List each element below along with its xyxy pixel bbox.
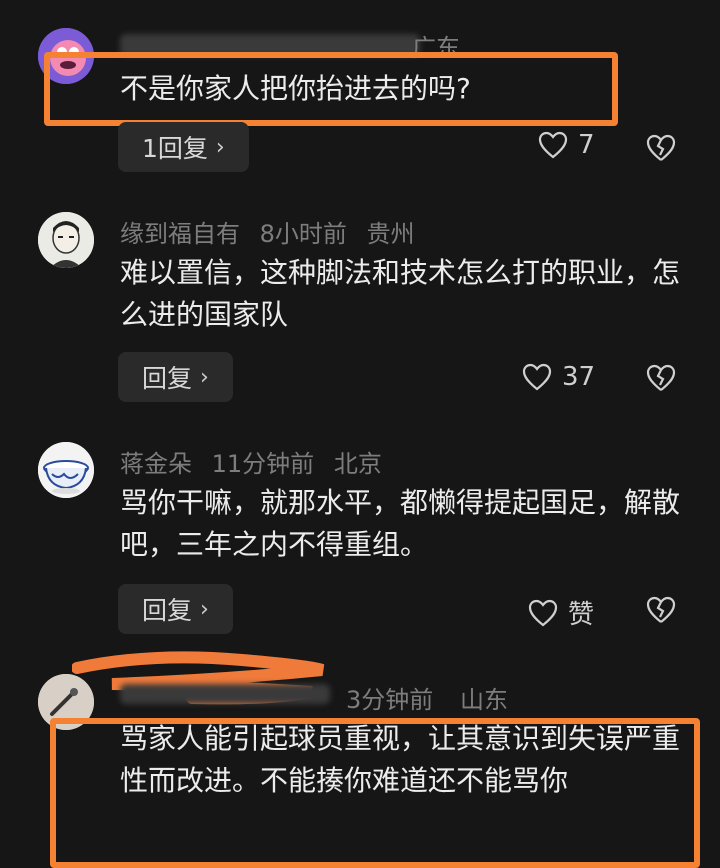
comment-location: 山东 xyxy=(460,686,508,714)
reply-label: 回复 xyxy=(142,596,193,625)
reply-label: 1回复 xyxy=(142,134,208,163)
avatar[interactable] xyxy=(38,212,94,268)
chevron-right-icon: › xyxy=(215,134,225,160)
broken-heart-icon xyxy=(646,134,676,161)
comment-username: 缘到福自有 xyxy=(120,220,240,248)
comment-2: 缘到福自有 8小时前 贵州 难以置信，这种脚法和技术怎么打的职业，怎么进的国家队… xyxy=(0,190,720,420)
reply-button[interactable]: 回复 › xyxy=(118,584,233,634)
like-button[interactable]: 7 xyxy=(538,130,595,160)
dislike-button[interactable] xyxy=(646,134,676,166)
broken-heart-icon xyxy=(646,596,676,623)
heart-icon xyxy=(522,363,552,391)
comment-4: 3分钟前 山东 骂家人能引起球员重视，让其意识到失误严重性而改进。不能揍你难道还… xyxy=(0,650,720,868)
avatar-image xyxy=(38,212,94,268)
heart-icon xyxy=(538,131,568,159)
avatar-image xyxy=(38,442,94,498)
comment-time: 3分钟前 xyxy=(346,686,434,714)
redacted-username xyxy=(120,684,330,704)
comment-location: 贵州 xyxy=(366,220,415,248)
comment-text: 骂家人能引起球员重视，让其意识到失误严重性而改进。不能揍你难道还不能骂你 xyxy=(120,722,681,797)
comment-meta: 蒋金朵 11分钟前 北京 xyxy=(120,444,394,479)
chevron-right-icon: › xyxy=(200,596,209,622)
comment-location: 北京 xyxy=(333,450,382,478)
dislike-button[interactable] xyxy=(646,364,676,396)
avatar[interactable] xyxy=(38,442,94,498)
dislike-button[interactable] xyxy=(646,596,676,628)
comment-1: 广东 不是你家人把你抬进去的吗? 1回复 › 7 xyxy=(0,0,720,190)
comment-3: 蒋金朵 11分钟前 北京 骂你干嘛，就那水平，都懒得提起国足，解散吧，三年之内不… xyxy=(0,420,720,650)
comment-time: 8小时前 xyxy=(259,220,347,248)
like-count: 赞 xyxy=(568,600,595,630)
like-button[interactable]: 37 xyxy=(522,362,595,392)
reply-button[interactable]: 1回复 › xyxy=(118,122,249,172)
like-count: 37 xyxy=(562,362,596,392)
comment-username: 蒋金朵 xyxy=(120,450,192,478)
like-button[interactable]: 赞 xyxy=(528,594,594,631)
comment-text: 骂你干嘛，就那水平，都懒得提起国足，解散吧，三年之内不得重组。 xyxy=(120,486,681,561)
chevron-right-icon: › xyxy=(200,364,209,390)
comment-text: 不是你家人把你抬进去的吗? xyxy=(120,72,471,105)
broken-heart-icon xyxy=(646,364,676,391)
reply-button[interactable]: 回复 › xyxy=(118,352,233,402)
comment-text: 难以置信，这种脚法和技术怎么打的职业，怎么进的国家队 xyxy=(120,256,681,331)
comment-time: 11分钟前 xyxy=(211,450,315,478)
comment-meta: 缘到福自有 8小时前 贵州 xyxy=(120,214,427,249)
like-count: 7 xyxy=(578,130,595,160)
heart-icon xyxy=(528,599,558,626)
reply-label: 回复 xyxy=(142,364,193,393)
